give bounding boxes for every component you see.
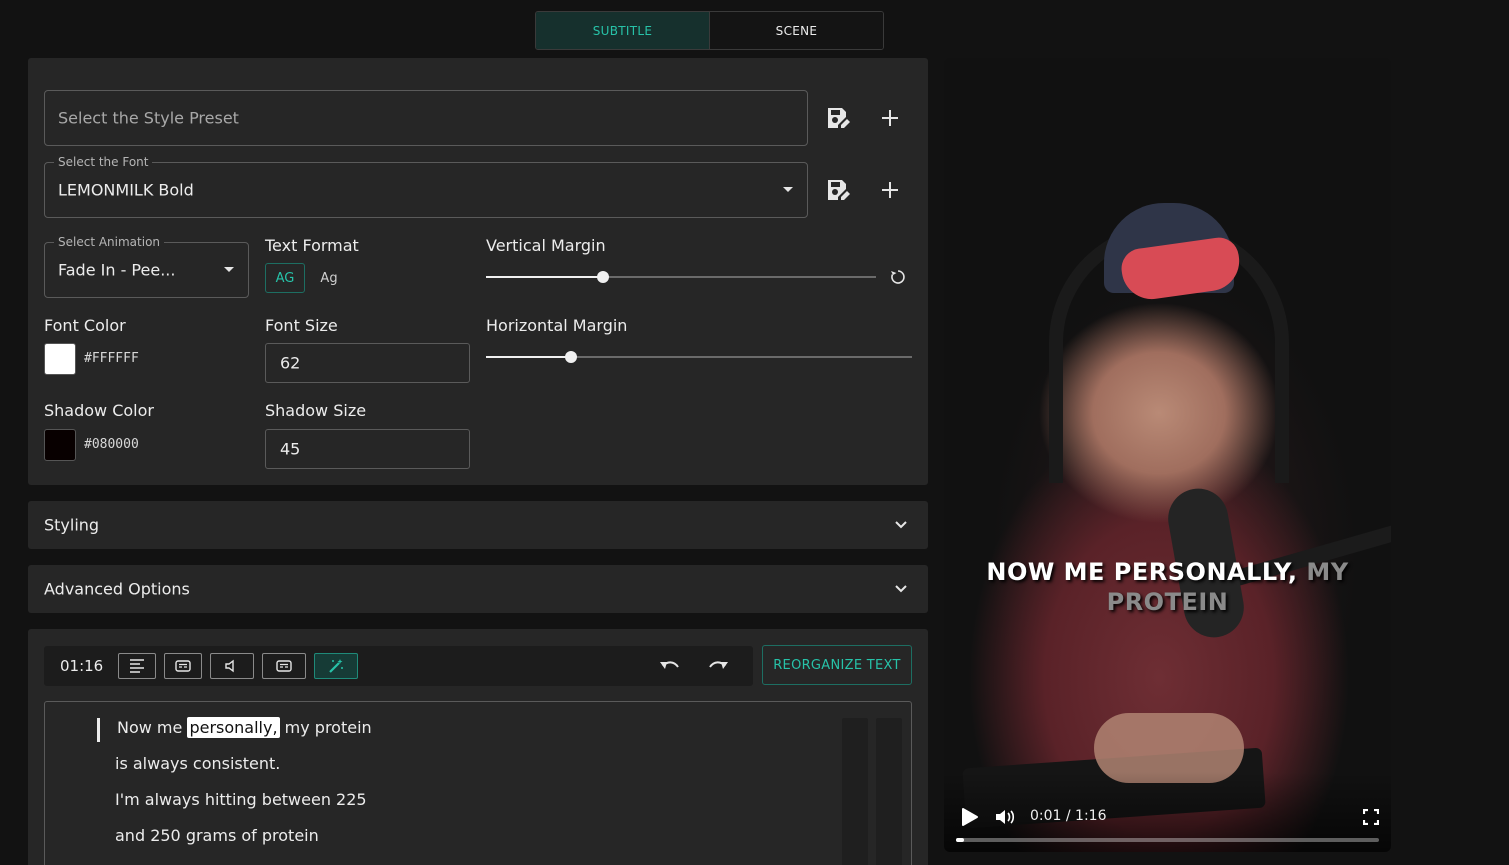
volume-button[interactable] [990,802,1020,832]
undo-button[interactable] [655,651,685,681]
plus-icon [882,110,898,126]
align-left-icon [130,659,144,673]
mode-tabs: SUBTITLE SCENE [535,11,884,50]
magic-wand-button[interactable] [314,653,358,679]
slider-thumb[interactable] [597,271,609,283]
duration-display: 01:16 [60,657,104,675]
capitalize-format-button[interactable]: Ag [314,263,344,293]
transcript-text-area[interactable]: Now me personally, my protein is always … [44,701,912,865]
slider-fill [486,356,572,358]
horizontal-margin-label: Horizontal Margin [486,316,628,335]
subtitles-icon [175,660,191,672]
font-size-input[interactable]: 62 [265,343,470,383]
editor-toolbar: 01:16 [44,646,753,686]
transcript-line[interactable]: and 250 grams of protein [115,826,319,845]
font-select-value: LEMONMILK Bold [58,180,194,200]
redo-button[interactable] [703,651,733,681]
save-font-button[interactable] [823,175,853,205]
style-preset-select[interactable]: Select the Style Preset [44,90,808,146]
magic-wand-icon [329,659,343,673]
shadow-size-label: Shadow Size [265,401,367,420]
font-size-value: 62 [280,353,301,373]
subtitles-icon [276,660,292,672]
play-icon [962,808,978,826]
video-time: 0:01 / 1:16 [1030,808,1107,824]
reorganize-text-button[interactable]: REORGANIZE TEXT [762,645,912,685]
undo-icon [660,661,679,669]
transcript-word[interactable]: Now me [117,718,182,737]
video-controls: 0:01 / 1:16 [944,772,1391,852]
horizontal-margin-slider[interactable] [486,350,912,364]
shadow-size-input[interactable]: 45 [265,429,470,469]
transcript-editor: 01:16 REORGANIZE TEXT Now me personally,… [28,629,928,865]
shadow-color-hex: #080000 [84,437,139,452]
scrollbar-track[interactable] [842,718,868,865]
style-preset-placeholder: Select the Style Preset [58,108,239,128]
font-select[interactable]: Select the Font LEMONMILK Bold [44,155,808,218]
transcript-line[interactable]: I'm always hitting between 225 [115,790,367,809]
shadow-size-value: 45 [280,439,301,459]
styling-accordion-title: Styling [44,515,100,535]
subtitle-upcoming-word: PROTEIN [1106,588,1229,616]
fullscreen-button[interactable] [1356,802,1386,832]
reset-vertical-margin-button[interactable] [883,262,913,292]
tab-scene[interactable]: SCENE [710,12,883,49]
slider-fill [486,276,603,278]
advanced-options-accordion[interactable]: Advanced Options [28,565,928,613]
add-font-button[interactable] [875,175,905,205]
transcript-line[interactable]: is always consistent. [115,754,280,773]
styling-accordion[interactable]: Styling [28,501,928,549]
scrollbar-track[interactable] [876,718,902,865]
volume-icon [996,810,1015,824]
video-progress-fill [956,838,964,842]
speaker-icon [225,659,234,673]
vertical-margin-slider[interactable] [486,270,876,284]
slider-thumb[interactable] [565,351,578,363]
subtitle-upcoming-word: MY [1306,558,1349,586]
redo-icon [709,661,728,669]
transcript-word[interactable]: my protein [285,718,372,737]
audio-button[interactable] [210,653,254,679]
subtitle-view-button[interactable] [164,653,202,679]
subtitle-active-words: NOW ME PERSONALLY, [986,558,1298,586]
play-button[interactable] [954,802,984,832]
current-line-marker [97,718,100,742]
shadow-color-swatch[interactable] [44,429,76,461]
chevron-down-icon [783,187,793,192]
captions-button[interactable] [262,653,306,679]
font-color-hex: #FFFFFF [84,351,139,366]
subtitle-settings-panel: Select the Style Preset Select the Font … [28,58,928,485]
chevron-down-icon [895,585,907,593]
subtitle-overlay-line-1: NOW ME PERSONALLY, MY [944,558,1391,586]
font-color-swatch[interactable] [44,343,76,375]
tab-subtitle[interactable]: SUBTITLE [536,12,710,49]
animation-select-value: Fade In - Pee... [58,260,176,280]
font-color-label: Font Color [44,316,126,335]
text-format-label: Text Format [265,236,359,255]
align-text-button[interactable] [118,653,156,679]
animation-select-label: Select Animation [54,235,165,249]
add-preset-button[interactable] [875,103,905,133]
shadow-color-label: Shadow Color [44,401,154,420]
transcript-line[interactable]: Now me personally, my protein [117,717,372,738]
font-select-label: Select the Font [54,155,153,169]
reset-icon [891,270,905,284]
advanced-options-title: Advanced Options [44,579,190,599]
video-progress-bar[interactable] [956,838,1379,842]
save-edit-icon [828,180,850,200]
save-edit-icon [828,108,850,128]
subtitle-overlay-line-2: PROTEIN [944,588,1391,616]
plus-icon [882,182,898,198]
uppercase-format-button[interactable]: AG [265,263,305,293]
font-size-label: Font Size [265,316,338,335]
highlighted-word[interactable]: personally, [187,717,280,738]
fullscreen-icon [1363,809,1379,825]
video-preview[interactable]: NOW ME PERSONALLY, MY PROTEIN 0:01 / 1:1… [944,58,1391,852]
chevron-down-icon [895,521,907,529]
vertical-margin-label: Vertical Margin [486,236,606,255]
animation-select[interactable]: Select Animation Fade In - Pee... [44,235,249,298]
save-preset-button[interactable] [823,103,853,133]
chevron-down-icon [224,267,234,272]
